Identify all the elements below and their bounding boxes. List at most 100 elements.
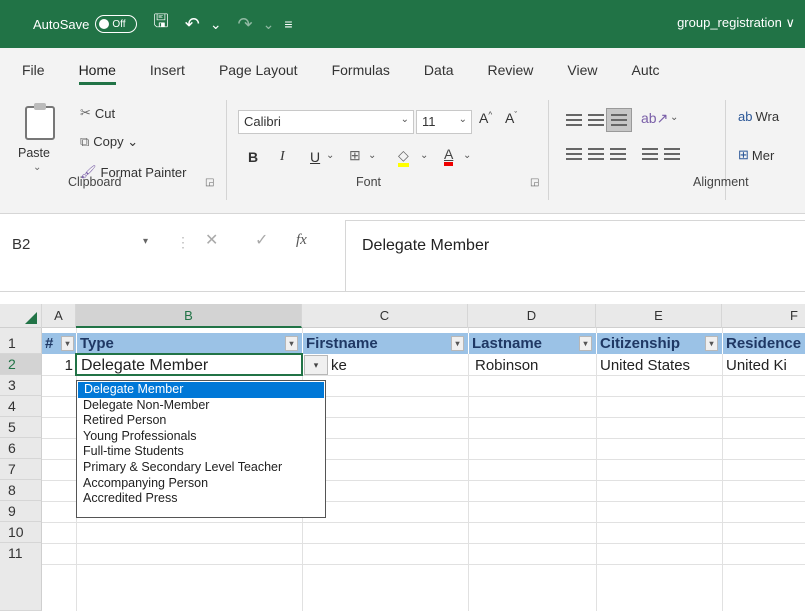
- undo-dropdown-icon[interactable]: ⌄: [210, 16, 222, 33]
- data-cell-firstname[interactable]: ke: [328, 355, 468, 376]
- header-cell-num[interactable]: # ▾: [42, 333, 76, 354]
- undo-icon[interactable]: ↶: [185, 14, 200, 35]
- paste-icon[interactable]: [25, 103, 55, 140]
- redo-dropdown-icon[interactable]: ⌄: [263, 16, 275, 33]
- filter-dropdown-icon[interactable]: ▾: [285, 336, 298, 351]
- tab-page-layout[interactable]: Page Layout: [202, 48, 315, 92]
- header-cell-citizenship[interactable]: Citizenship ▾: [596, 333, 722, 354]
- tab-formulas[interactable]: Formulas: [315, 48, 407, 92]
- dropdown-option[interactable]: Primary & Secondary Level Teacher: [77, 460, 325, 476]
- copy-button[interactable]: ⧉ Copy ⌄: [80, 134, 138, 150]
- underline-button[interactable]: U: [310, 149, 320, 165]
- row-header-6[interactable]: 6: [0, 438, 42, 459]
- tab-data[interactable]: Data: [407, 48, 471, 92]
- cancel-icon[interactable]: ✕: [205, 230, 218, 250]
- fill-color-icon[interactable]: ◇: [398, 147, 409, 167]
- customize-icon[interactable]: ≡: [284, 16, 292, 32]
- data-cell-num[interactable]: 1: [42, 355, 76, 376]
- column-header-e[interactable]: E: [596, 304, 722, 328]
- tab-view[interactable]: View: [550, 48, 614, 92]
- decrease-indent-icon[interactable]: [642, 148, 658, 160]
- row-header-7[interactable]: 7: [0, 459, 42, 480]
- paste-dropdown-icon[interactable]: ⌄: [33, 162, 41, 173]
- fx-icon[interactable]: fx: [296, 232, 307, 249]
- fill-dropdown-icon[interactable]: ⌄: [420, 150, 428, 161]
- orientation-dropdown-icon[interactable]: ⌄: [670, 112, 678, 123]
- row-header-10[interactable]: 10: [0, 522, 42, 543]
- bold-button[interactable]: B: [248, 149, 258, 165]
- align-center-icon[interactable]: [588, 148, 604, 160]
- orientation-icon[interactable]: ab↗: [641, 110, 668, 127]
- align-right-icon[interactable]: [610, 148, 626, 160]
- wrap-text-button[interactable]: ab Wra: [738, 109, 779, 124]
- row-header-9[interactable]: 9: [0, 501, 42, 522]
- row-header-8[interactable]: 8: [0, 480, 42, 501]
- enter-icon[interactable]: ✓: [255, 230, 268, 250]
- borders-dropdown-icon[interactable]: ⌄: [368, 150, 376, 161]
- data-cell-lastname[interactable]: Robinson: [472, 355, 596, 376]
- dropdown-option[interactable]: Retired Person: [77, 413, 325, 429]
- file-name[interactable]: group_registration ∨: [677, 15, 795, 31]
- underline-dropdown-icon[interactable]: ⌄: [326, 150, 334, 161]
- align-left-icon[interactable]: [566, 148, 582, 160]
- font-size-box[interactable]: 11 ⌄: [416, 110, 472, 134]
- font-color-dropdown-icon[interactable]: ⌄: [463, 150, 471, 161]
- row-header-4[interactable]: 4: [0, 396, 42, 417]
- merge-button[interactable]: ⊞ Mer: [738, 147, 774, 163]
- excel-window: AutoSave Off 🖫 ↶ ⌄ ↷ ⌄ ≡ group_registrat…: [0, 0, 805, 611]
- tab-file[interactable]: File: [0, 48, 62, 92]
- column-header-c[interactable]: C: [302, 304, 468, 328]
- data-cell-residence[interactable]: United Ki: [723, 355, 805, 376]
- increase-font-icon[interactable]: A^: [479, 110, 492, 126]
- name-box[interactable]: B2 ▾: [8, 230, 148, 260]
- cell-dropdown-button[interactable]: ▾: [304, 355, 328, 375]
- data-cell-citizenship[interactable]: United States: [597, 355, 722, 376]
- dropdown-option[interactable]: Young Professionals: [77, 429, 325, 445]
- save-icon[interactable]: 🖫: [153, 9, 168, 39]
- row-header-1[interactable]: 1: [0, 333, 42, 354]
- dropdown-option[interactable]: Full-time Students: [77, 444, 325, 460]
- header-cell-firstname[interactable]: Firstname ▾: [302, 333, 468, 354]
- column-header-d[interactable]: D: [468, 304, 596, 328]
- italic-button[interactable]: I: [280, 149, 285, 165]
- header-cell-residence[interactable]: Residence: [722, 333, 805, 354]
- dropdown-option[interactable]: Accompanying Person: [77, 476, 325, 492]
- redo-icon[interactable]: ↷: [238, 14, 253, 35]
- clipboard-launcher-icon[interactable]: ◲: [205, 177, 214, 188]
- dropdown-option[interactable]: Delegate Non-Member: [77, 398, 325, 414]
- filter-dropdown-icon[interactable]: ▾: [705, 336, 718, 351]
- paste-button[interactable]: Paste: [18, 146, 50, 160]
- tab-review[interactable]: Review: [471, 48, 551, 92]
- decrease-font-icon[interactable]: Aˇ: [505, 110, 517, 126]
- column-header-b[interactable]: B: [76, 304, 302, 328]
- data-cell-type[interactable]: Delegate Member: [78, 355, 300, 376]
- top-align-icon[interactable]: [566, 114, 582, 126]
- filter-dropdown-icon[interactable]: ▾: [61, 336, 74, 351]
- column-header-a[interactable]: A: [42, 304, 76, 328]
- select-all-corner[interactable]: [0, 304, 42, 328]
- tab-home[interactable]: Home: [62, 48, 133, 92]
- header-cell-type[interactable]: Type ▾: [76, 333, 302, 354]
- formula-input[interactable]: Delegate Member: [345, 220, 805, 292]
- row-header-11[interactable]: 11: [0, 543, 42, 611]
- filter-dropdown-icon[interactable]: ▾: [451, 336, 464, 351]
- dropdown-option[interactable]: Accredited Press: [77, 491, 325, 507]
- column-header-f[interactable]: F: [722, 304, 805, 328]
- filter-dropdown-icon[interactable]: ▾: [579, 336, 592, 351]
- font-color-icon[interactable]: A: [444, 146, 454, 166]
- font-name-box[interactable]: Calibri ⌄: [238, 110, 414, 134]
- tab-automate[interactable]: Autc: [615, 48, 677, 92]
- header-cell-lastname[interactable]: Lastname ▾: [468, 333, 596, 354]
- middle-align-icon[interactable]: [588, 114, 604, 126]
- font-launcher-icon[interactable]: ◲: [530, 177, 539, 188]
- autosave-toggle[interactable]: Off: [95, 15, 138, 33]
- borders-icon[interactable]: ⊞: [349, 147, 361, 164]
- tab-insert[interactable]: Insert: [133, 48, 202, 92]
- row-header-2[interactable]: 2: [0, 354, 42, 375]
- increase-indent-icon[interactable]: [664, 148, 680, 160]
- dropdown-option[interactable]: Delegate Member: [78, 382, 324, 398]
- row-header-3[interactable]: 3: [0, 375, 42, 396]
- cut-button[interactable]: ✂ Cut: [80, 105, 115, 121]
- row-header-5[interactable]: 5: [0, 417, 42, 438]
- bottom-align-button[interactable]: [606, 108, 632, 132]
